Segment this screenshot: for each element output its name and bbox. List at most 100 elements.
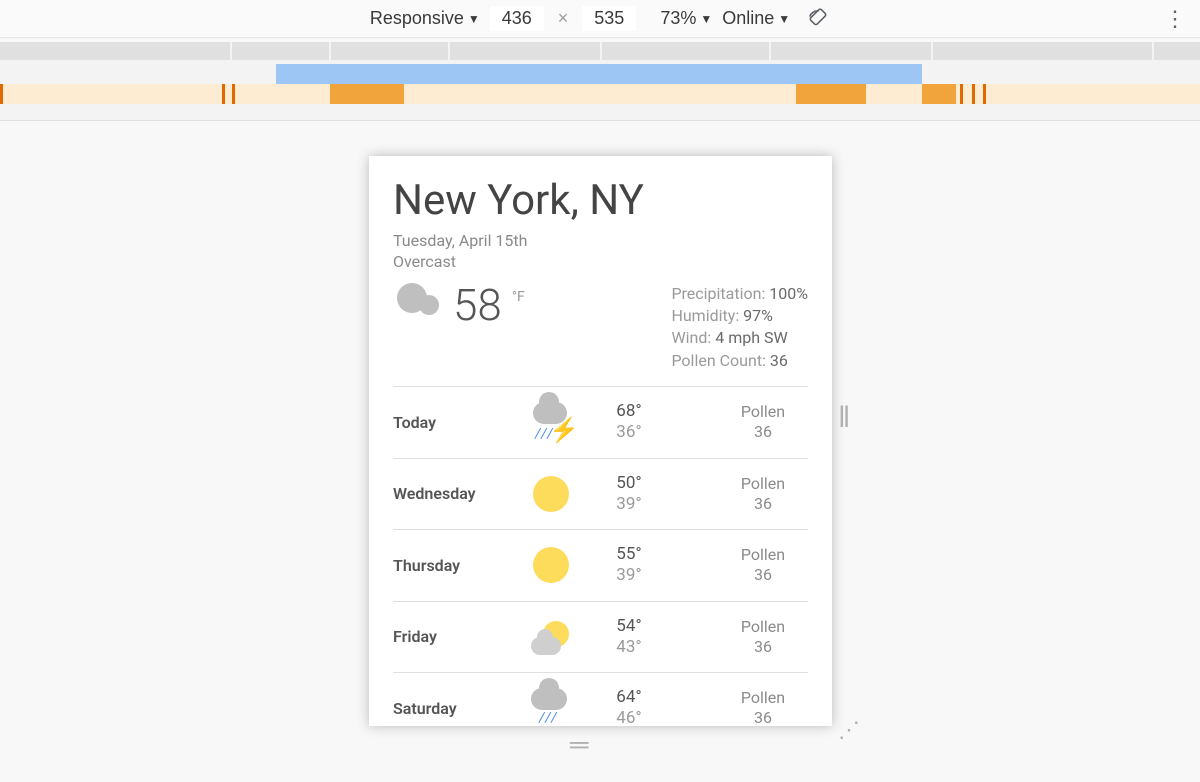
ruler-track-viewport[interactable] — [0, 64, 1200, 84]
forecast-low: 43° — [594, 637, 664, 658]
ruler-tick — [972, 84, 975, 104]
forecast-pollen-value: 36 — [718, 637, 808, 657]
forecast-pollen-label: Pollen — [718, 402, 808, 422]
network-select-label: Online — [722, 8, 774, 29]
ruler-segment — [450, 42, 600, 60]
weather-card: New York, NY Tuesday, April 15th Overcas… — [369, 156, 832, 726]
forecast-temperatures: 55°39° — [594, 544, 664, 587]
forecast-low: 39° — [594, 494, 664, 515]
sunny-icon — [533, 547, 569, 583]
rotate-icon[interactable] — [806, 7, 830, 31]
pollen-label: Pollen Count: — [671, 351, 766, 370]
overcast-icon — [393, 283, 441, 317]
forecast-temperatures: 54°43° — [594, 616, 664, 659]
forecast-high: 50° — [594, 473, 664, 494]
device-select[interactable]: Responsive ▼ — [370, 8, 480, 29]
precipitation-value: 100% — [769, 284, 808, 303]
forecast-row[interactable]: Friday 54°43° Pollen36 — [393, 601, 808, 673]
temperature-unit: °F — [512, 289, 525, 305]
sunny-icon — [533, 476, 569, 512]
forecast-day-name: Friday — [393, 627, 508, 646]
ruler-current-viewport — [276, 64, 922, 84]
network-select[interactable]: Online ▼ — [722, 8, 790, 29]
forecast-pollen-label: Pollen — [718, 545, 808, 565]
wind-label: Wind: — [671, 328, 711, 347]
resize-handle-bottom[interactable]: ═ — [570, 729, 586, 760]
current-temperature: 58 °F — [453, 283, 525, 327]
forecast-pollen: Pollen36 — [718, 617, 808, 657]
forecast-row[interactable]: Saturday /// 64°46° Pollen36 — [393, 672, 808, 726]
partly-cloudy-icon — [529, 619, 573, 655]
forecast-day-icon: /// — [516, 688, 586, 726]
zoom-select-label: 73% — [660, 8, 696, 29]
forecast-day-icon — [516, 476, 586, 512]
forecast-row[interactable]: Wednesday50°39°Pollen36 — [393, 458, 808, 530]
forecast-pollen: Pollen36 — [718, 402, 808, 442]
location-title: New York, NY — [393, 176, 808, 225]
device-viewport-area: New York, NY Tuesday, April 15th Overcas… — [0, 121, 1200, 782]
ruler-media-query-range[interactable] — [796, 84, 866, 104]
forecast-pollen-value: 36 — [718, 422, 808, 442]
more-options-button[interactable]: ⋮ — [1164, 0, 1186, 38]
ruler-tick — [960, 84, 963, 104]
ruler-segment — [1154, 42, 1200, 60]
forecast-low: 39° — [594, 565, 664, 586]
forecast-row[interactable]: Today⚡///68°36°Pollen36 — [393, 386, 808, 458]
ruler-tick — [232, 84, 235, 104]
viewport-height-input[interactable] — [582, 6, 636, 31]
forecast-temperatures: 68°36° — [594, 401, 664, 444]
condition-text: Overcast — [393, 252, 808, 273]
resize-handle-right[interactable]: ‖ — [838, 401, 846, 435]
ruler-track-media-queries[interactable] — [0, 84, 1200, 104]
forecast-low: 36° — [594, 422, 664, 443]
current-stats: Precipitation: 100% Humidity: 97% Wind: … — [671, 283, 808, 373]
kebab-icon: ⋮ — [1164, 8, 1186, 30]
pollen-value: 36 — [770, 351, 788, 370]
forecast-high: 68° — [594, 401, 664, 422]
forecast-pollen-value: 36 — [718, 708, 808, 726]
forecast-day-name: Thursday — [393, 556, 508, 575]
chevron-down-icon: ▼ — [468, 12, 480, 26]
ruler-tick — [222, 84, 225, 104]
forecast-day-icon: ⚡/// — [516, 402, 586, 442]
current-conditions: 58 °F Precipitation: 100% Humidity: 97% … — [393, 283, 808, 373]
forecast-high: 55° — [594, 544, 664, 565]
humidity-label: Humidity: — [671, 306, 739, 325]
forecast-list: Today⚡///68°36°Pollen36Wednesday50°39°Po… — [393, 386, 808, 726]
rain-icon: /// — [529, 688, 573, 726]
humidity-value: 97% — [743, 306, 773, 325]
ruler-segment — [232, 42, 329, 60]
date-text: Tuesday, April 15th — [393, 231, 808, 252]
forecast-pollen-label: Pollen — [718, 617, 808, 637]
ruler-media-query-range[interactable] — [922, 84, 956, 104]
breakpoints-ruler — [0, 42, 1200, 121]
forecast-pollen-value: 36 — [718, 565, 808, 585]
forecast-day-name: Today — [393, 413, 508, 432]
chevron-down-icon: ▼ — [778, 12, 790, 26]
ruler-segment — [933, 42, 1152, 60]
ruler-segment — [0, 42, 230, 60]
zoom-select[interactable]: 73% ▼ — [660, 8, 712, 29]
ruler-media-query-range[interactable] — [330, 84, 404, 104]
forecast-day-icon — [516, 619, 586, 655]
forecast-day-icon — [516, 547, 586, 583]
forecast-row[interactable]: Thursday 55°39° Pollen36 — [393, 529, 808, 601]
forecast-high: 54° — [594, 616, 664, 637]
ruler-tick — [983, 84, 986, 104]
ruler-segment — [771, 42, 931, 60]
ruler-segment — [602, 42, 769, 60]
temperature-value: 58 — [453, 283, 502, 327]
ruler-track-breakpoints[interactable] — [0, 42, 1200, 64]
forecast-pollen: Pollen36 — [718, 474, 808, 514]
forecast-temperatures: 64°46° — [594, 687, 664, 726]
forecast-temperatures: 50°39° — [594, 473, 664, 516]
forecast-day-name: Saturday — [393, 699, 508, 718]
precipitation-label: Precipitation: — [671, 284, 765, 303]
forecast-pollen: Pollen36 — [718, 545, 808, 585]
forecast-pollen-value: 36 — [718, 494, 808, 514]
resize-handle-corner[interactable]: ⋰ — [838, 717, 860, 743]
viewport-width-input[interactable] — [490, 6, 544, 31]
wind-value: 4 mph SW — [715, 328, 787, 347]
ruler-segment — [331, 42, 448, 60]
forecast-pollen: Pollen36 — [718, 688, 808, 726]
